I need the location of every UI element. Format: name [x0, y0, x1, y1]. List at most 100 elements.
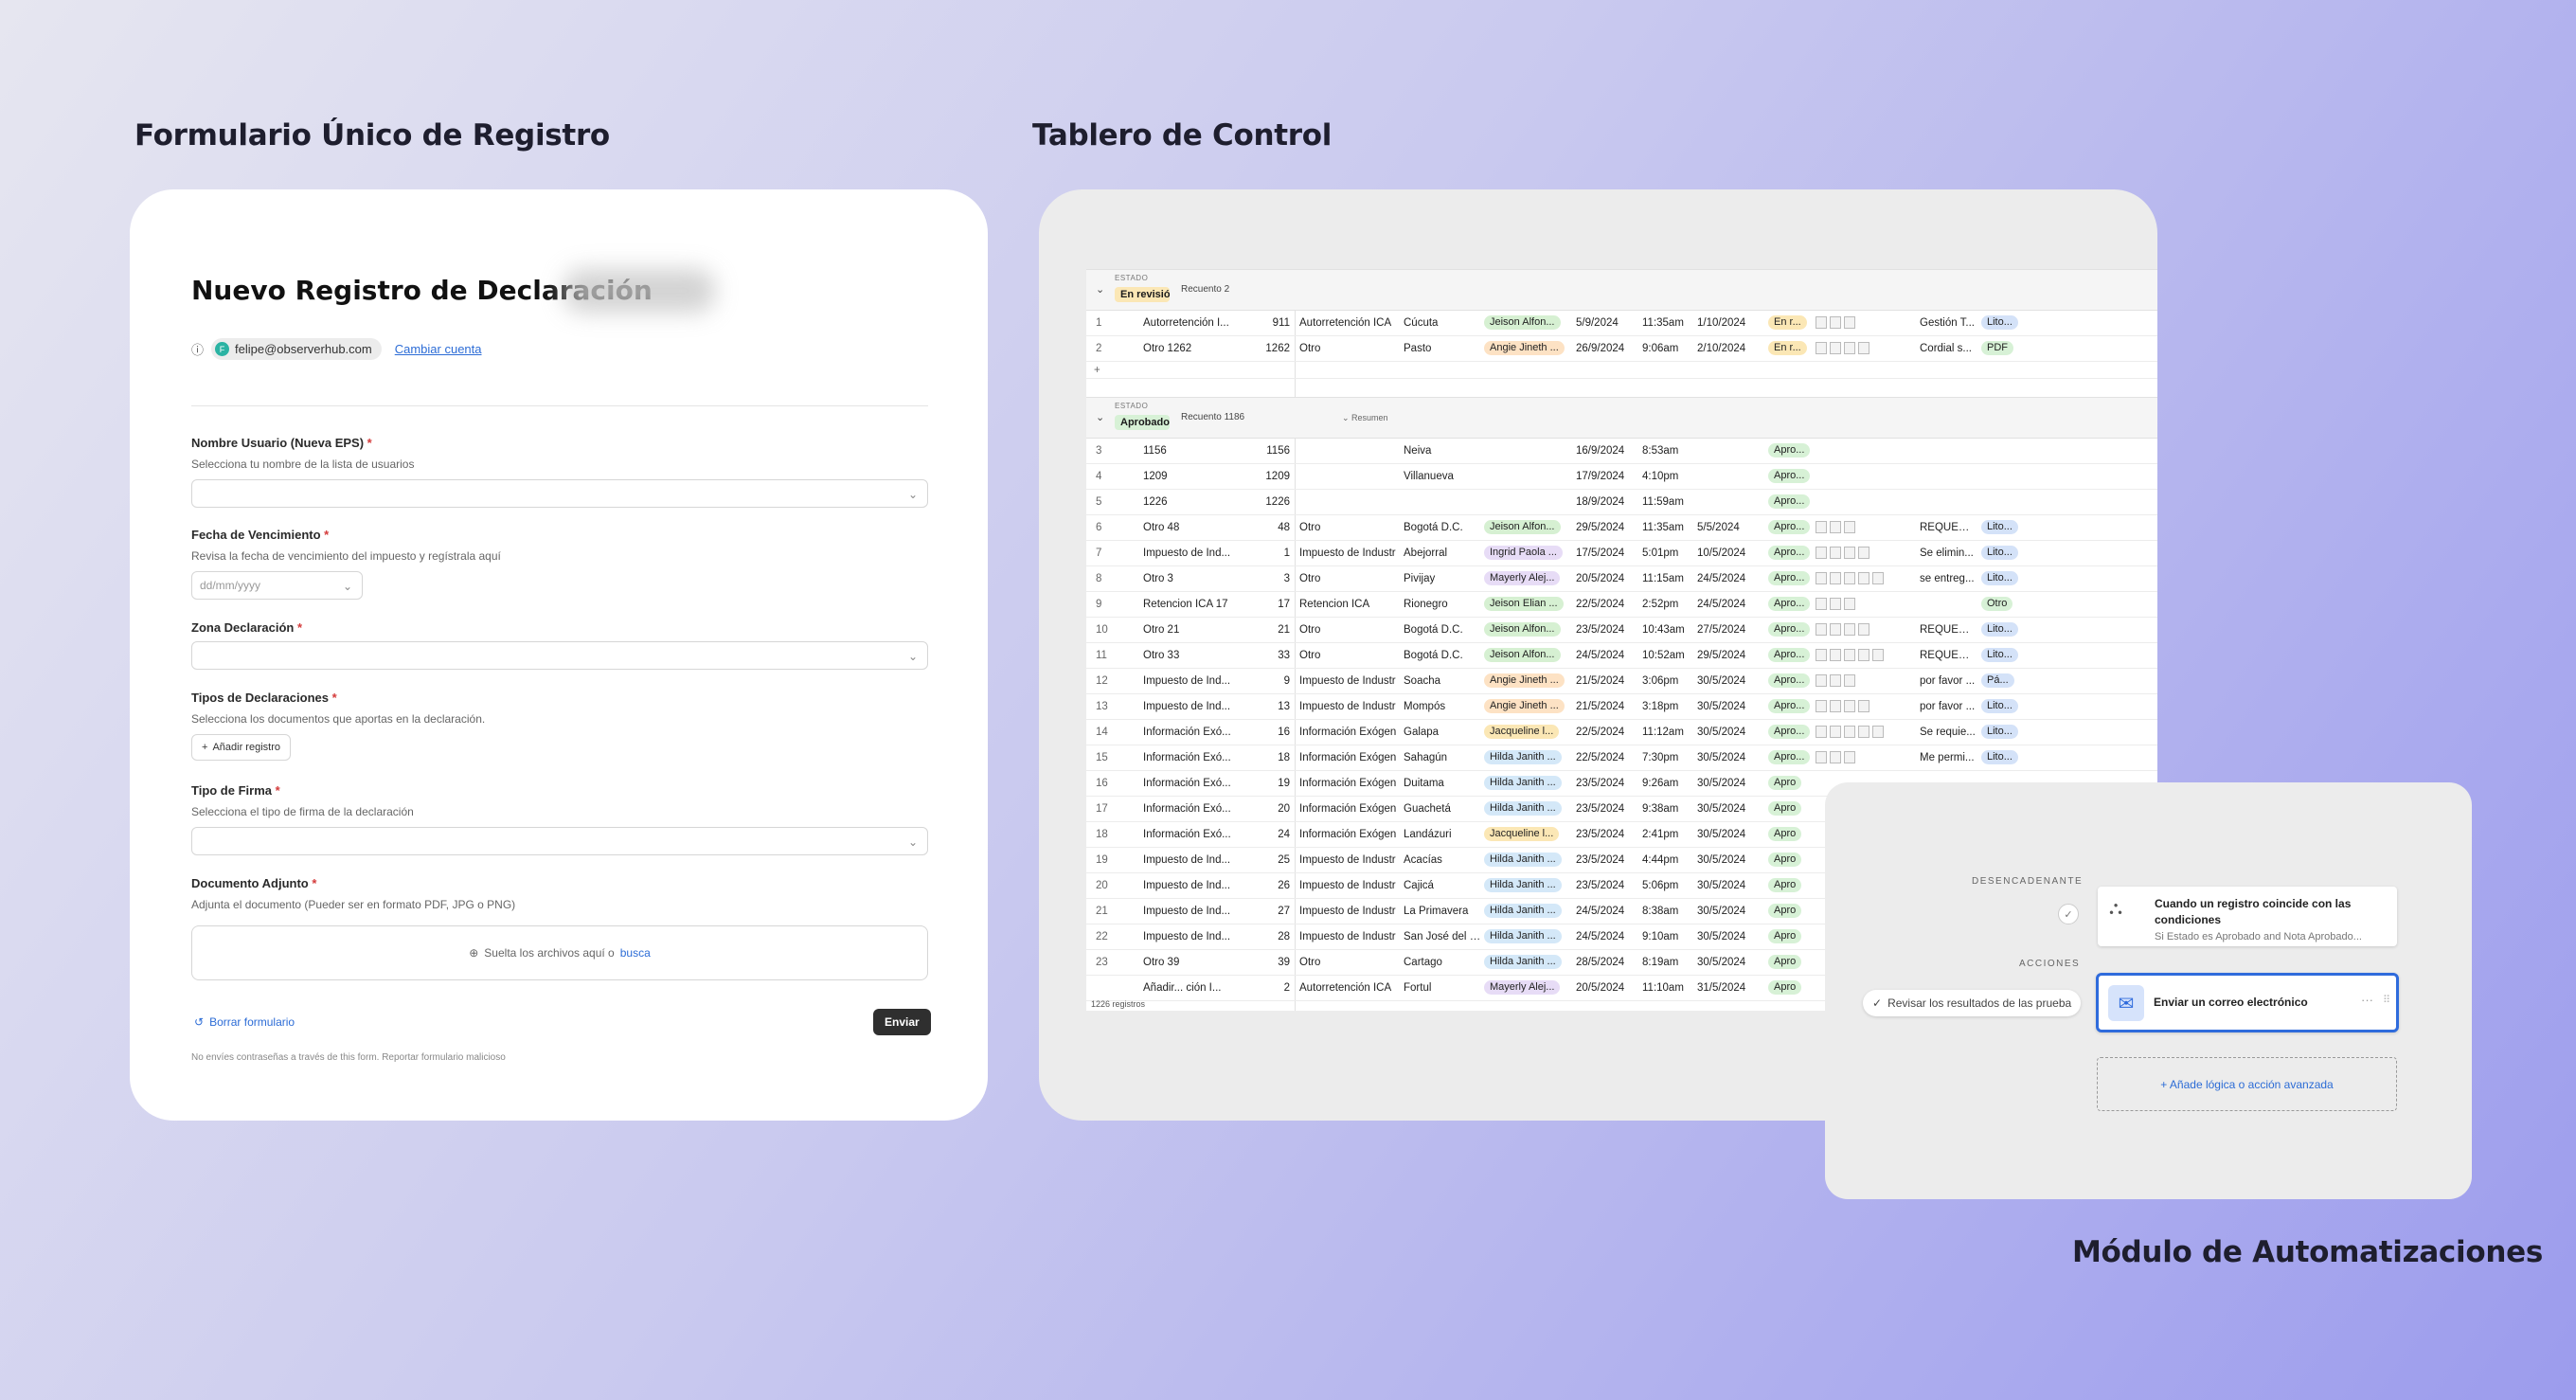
table-cell[interactable]: 24/5/2024	[1576, 899, 1642, 924]
table-cell[interactable]	[1816, 490, 1910, 515]
table-cell[interactable]	[1920, 439, 1977, 464]
table-cell[interactable]	[1697, 490, 1765, 515]
table-cell[interactable]: 30/5/2024	[1697, 848, 1765, 873]
table-cell[interactable]	[1299, 490, 1399, 515]
add-record-button[interactable]: + Añadir registro	[191, 734, 291, 761]
table-cell[interactable]: Hilda Janith ...	[1484, 873, 1569, 899]
table-cell[interactable]: Soacha	[1404, 669, 1484, 694]
table-row[interactable]: 11 Otro 33 33 Otro Bogotá D.C. Jeison Alfon..…	[1086, 643, 2157, 669]
table-cell[interactable]: 30/5/2024	[1697, 924, 1765, 950]
table-cell[interactable]: Impuesto de Ind...	[1143, 924, 1247, 950]
table-cell[interactable]: 22/5/2024	[1576, 592, 1642, 618]
group-header-revision[interactable]: ⌄ ESTADO En revisión Recuento 2	[1086, 269, 2157, 311]
table-cell[interactable]: 1226	[1247, 490, 1290, 515]
attachment-thumbnail[interactable]	[1844, 521, 1855, 534]
table-cell[interactable]: Información Exó...	[1143, 771, 1247, 797]
table-cell[interactable]: Lito...	[1981, 566, 2029, 592]
attachment-thumbnail[interactable]	[1858, 547, 1869, 560]
table-cell[interactable]: 39	[1247, 950, 1290, 976]
change-account-link[interactable]: Cambiar cuenta	[395, 342, 482, 356]
table-cell[interactable]: 23/5/2024	[1576, 873, 1642, 899]
table-cell[interactable]: 9	[1247, 669, 1290, 694]
table-cell[interactable]: 1262	[1247, 336, 1290, 362]
table-cell[interactable]	[1981, 490, 2029, 515]
table-cell[interactable]: 18	[1247, 745, 1290, 771]
table-cell[interactable]: 22	[1096, 924, 1115, 950]
table-cell[interactable]: Otro 33	[1143, 643, 1247, 669]
table-cell[interactable]: 27	[1247, 899, 1290, 924]
table-cell[interactable]	[1484, 439, 1569, 464]
table-cell[interactable]: 8	[1096, 566, 1115, 592]
table-cell[interactable]	[1816, 515, 1910, 541]
table-cell[interactable]: Lito...	[1981, 720, 2029, 745]
table-cell[interactable]: Otro	[1299, 950, 1399, 976]
attachment-thumbnail[interactable]	[1830, 726, 1841, 739]
table-cell[interactable]: Mompós	[1404, 694, 1484, 720]
attachment-thumbnail[interactable]	[1816, 572, 1827, 585]
attachment-thumbnail[interactable]	[1858, 700, 1869, 713]
table-cell[interactable]	[1816, 464, 1910, 490]
attachment-thumbnail[interactable]	[1816, 623, 1827, 637]
table-cell[interactable]: 10/5/2024	[1697, 541, 1765, 566]
table-cell[interactable]: 10	[1096, 618, 1115, 643]
attachment-thumbnail[interactable]	[1844, 572, 1855, 585]
table-cell[interactable]: Apro	[1768, 848, 1816, 873]
table-cell[interactable]: Apro...	[1768, 541, 1816, 566]
table-cell[interactable]: 9	[1096, 592, 1115, 618]
table-cell[interactable]: Impuesto de Ind...	[1143, 694, 1247, 720]
table-cell[interactable]: 24/5/2024	[1697, 566, 1765, 592]
table-cell[interactable]: Abejorral	[1404, 541, 1484, 566]
clear-form-button[interactable]: ↺ Borrar formulario	[194, 1015, 295, 1029]
firma-select[interactable]: ⌄	[191, 827, 928, 855]
table-cell[interactable]: Jeison Alfon...	[1484, 618, 1569, 643]
table-cell[interactable]: Apro	[1768, 873, 1816, 899]
add-logic-button[interactable]: + Añade lógica o acción avanzada	[2097, 1057, 2397, 1111]
table-cell[interactable]: 13	[1247, 694, 1290, 720]
attachment-thumbnail[interactable]	[1844, 342, 1855, 355]
table-cell[interactable]: 2	[1247, 976, 1290, 1001]
table-cell[interactable]: 23/5/2024	[1576, 771, 1642, 797]
table-cell[interactable]: Añadir... ción I...	[1143, 976, 1247, 1001]
table-cell[interactable]: Impuesto de Ind...	[1143, 848, 1247, 873]
table-cell[interactable]: 7	[1096, 541, 1115, 566]
attachment-thumbnail[interactable]	[1844, 700, 1855, 713]
table-cell[interactable]: Apro...	[1768, 566, 1816, 592]
attachment-thumbnail[interactable]	[1844, 649, 1855, 662]
table-cell[interactable]: Lito...	[1981, 643, 2029, 669]
table-cell[interactable]: 30/5/2024	[1697, 745, 1765, 771]
table-cell[interactable]: Hilda Janith ...	[1484, 848, 1569, 873]
table-cell[interactable]: Información Exógen	[1299, 720, 1399, 745]
table-cell[interactable]: 29/5/2024	[1697, 643, 1765, 669]
table-cell[interactable]	[1816, 669, 1910, 694]
table-cell[interactable]: Acacías	[1404, 848, 1484, 873]
table-cell[interactable]: Información Exó...	[1143, 797, 1247, 822]
table-cell[interactable]: 1	[1096, 311, 1115, 336]
table-cell[interactable]: 19	[1096, 848, 1115, 873]
table-cell[interactable]: 30/5/2024	[1697, 899, 1765, 924]
attachment-thumbnail[interactable]	[1816, 726, 1827, 739]
table-cell[interactable]: Lito...	[1981, 694, 2029, 720]
attachment-thumbnail[interactable]	[1844, 674, 1855, 688]
table-cell[interactable]: se entreg...	[1920, 566, 1977, 592]
attachment-thumbnail[interactable]	[1816, 316, 1827, 330]
table-row[interactable]: 6 Otro 48 48 Otro Bogotá D.C. Jeison Alfon...…	[1086, 515, 2157, 541]
table-cell[interactable]: Bogotá D.C.	[1404, 618, 1484, 643]
table-cell[interactable]: 16	[1096, 771, 1115, 797]
attachment-thumbnail[interactable]	[1844, 316, 1855, 330]
table-cell[interactable]: Guachetá	[1404, 797, 1484, 822]
table-cell[interactable]: 17/9/2024	[1576, 464, 1642, 490]
table-cell[interactable]	[1484, 464, 1569, 490]
table-cell[interactable]: 30/5/2024	[1697, 797, 1765, 822]
table-row[interactable]: 9 Retencion ICA 17 17 Retencion ICA Rionegro…	[1086, 592, 2157, 618]
table-cell[interactable]: Información Exógen	[1299, 771, 1399, 797]
attachment-thumbnail[interactable]	[1816, 751, 1827, 764]
table-cell[interactable]: 30/5/2024	[1697, 669, 1765, 694]
table-cell[interactable]: 23/5/2024	[1576, 797, 1642, 822]
table-row[interactable]: 7 Impuesto de Ind... 1 Impuesto de Industr A…	[1086, 541, 2157, 566]
table-cell[interactable]: 22/5/2024	[1576, 720, 1642, 745]
table-cell[interactable]: Autorretención ICA	[1299, 976, 1399, 1001]
table-cell[interactable]: 17/5/2024	[1576, 541, 1642, 566]
table-cell[interactable]: Impuesto de Ind...	[1143, 669, 1247, 694]
attachment-thumbnail[interactable]	[1830, 342, 1841, 355]
table-cell[interactable]: Landázuri	[1404, 822, 1484, 848]
